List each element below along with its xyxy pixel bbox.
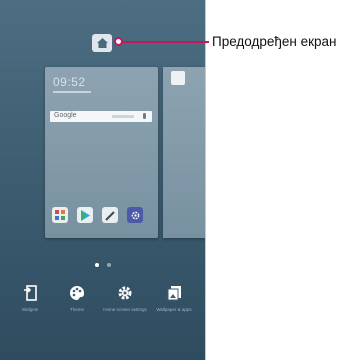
wallpaper-button[interactable]: Wallpaper & apps <box>152 285 196 345</box>
home-edit-menu: Widgets Theme Home screen settings Wallp… <box>0 285 205 345</box>
widgets-icon <box>24 285 37 301</box>
theme-icon <box>70 286 84 300</box>
phone-screen: 09:52 Google Widgets Theme Home screen s… <box>0 0 206 360</box>
widgets-button[interactable]: Widgets <box>8 285 52 345</box>
home-settings-button[interactable]: Home screen settings <box>103 285 147 345</box>
theme-label: Theme <box>69 307 84 312</box>
folder-app-icon[interactable] <box>171 71 185 85</box>
clock-widget: 09:52 <box>53 75 86 89</box>
widgets-label: Widgets <box>21 307 39 312</box>
home-page-preview[interactable]: 09:52 Google <box>45 67 158 238</box>
grid-app-icon[interactable] <box>52 207 68 223</box>
callout-line <box>123 41 209 43</box>
page-dot <box>107 263 111 267</box>
google-label: Google <box>54 112 77 119</box>
home-screen-button[interactable] <box>92 34 112 52</box>
theme-button[interactable]: Theme <box>55 285 99 345</box>
gear-icon <box>118 286 132 300</box>
play-store-icon[interactable] <box>77 207 93 223</box>
pen-app-icon[interactable] <box>102 207 118 223</box>
second-page-preview[interactable] <box>163 67 205 238</box>
home-icon <box>96 38 108 48</box>
wallpaper-label: Wallpaper & apps <box>156 307 192 312</box>
google-search-bar[interactable]: Google <box>50 111 152 122</box>
callout-label: Предодређен екран <box>212 34 337 49</box>
wallpaper-icon <box>167 286 181 301</box>
page-dot-active <box>95 263 99 267</box>
search-placeholder <box>112 115 134 118</box>
date-widget <box>53 91 91 93</box>
app-dock <box>50 207 156 223</box>
callout-marker <box>114 37 123 46</box>
home-settings-label: Home screen settings <box>103 307 147 312</box>
page-indicator <box>95 263 115 267</box>
settings-app-icon[interactable] <box>127 207 143 223</box>
mic-icon[interactable] <box>143 113 146 119</box>
